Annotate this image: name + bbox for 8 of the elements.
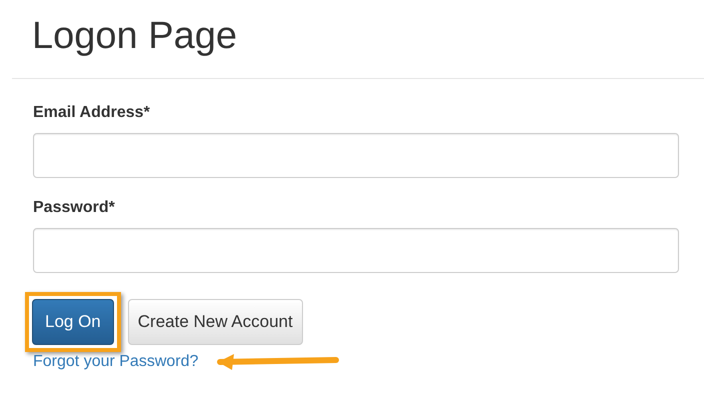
input-field[interactable] (33, 228, 679, 273)
create-account-button[interactable]: Create New Account (128, 299, 303, 345)
input-field[interactable] (33, 133, 679, 178)
page-title: Logon Page (32, 14, 238, 58)
forgot-password-link[interactable]: Forgot your Password? (33, 350, 198, 374)
log-on-button[interactable]: Log On (32, 299, 114, 345)
field-label: Email Address* (33, 103, 151, 123)
field-label: Password* (33, 198, 116, 218)
